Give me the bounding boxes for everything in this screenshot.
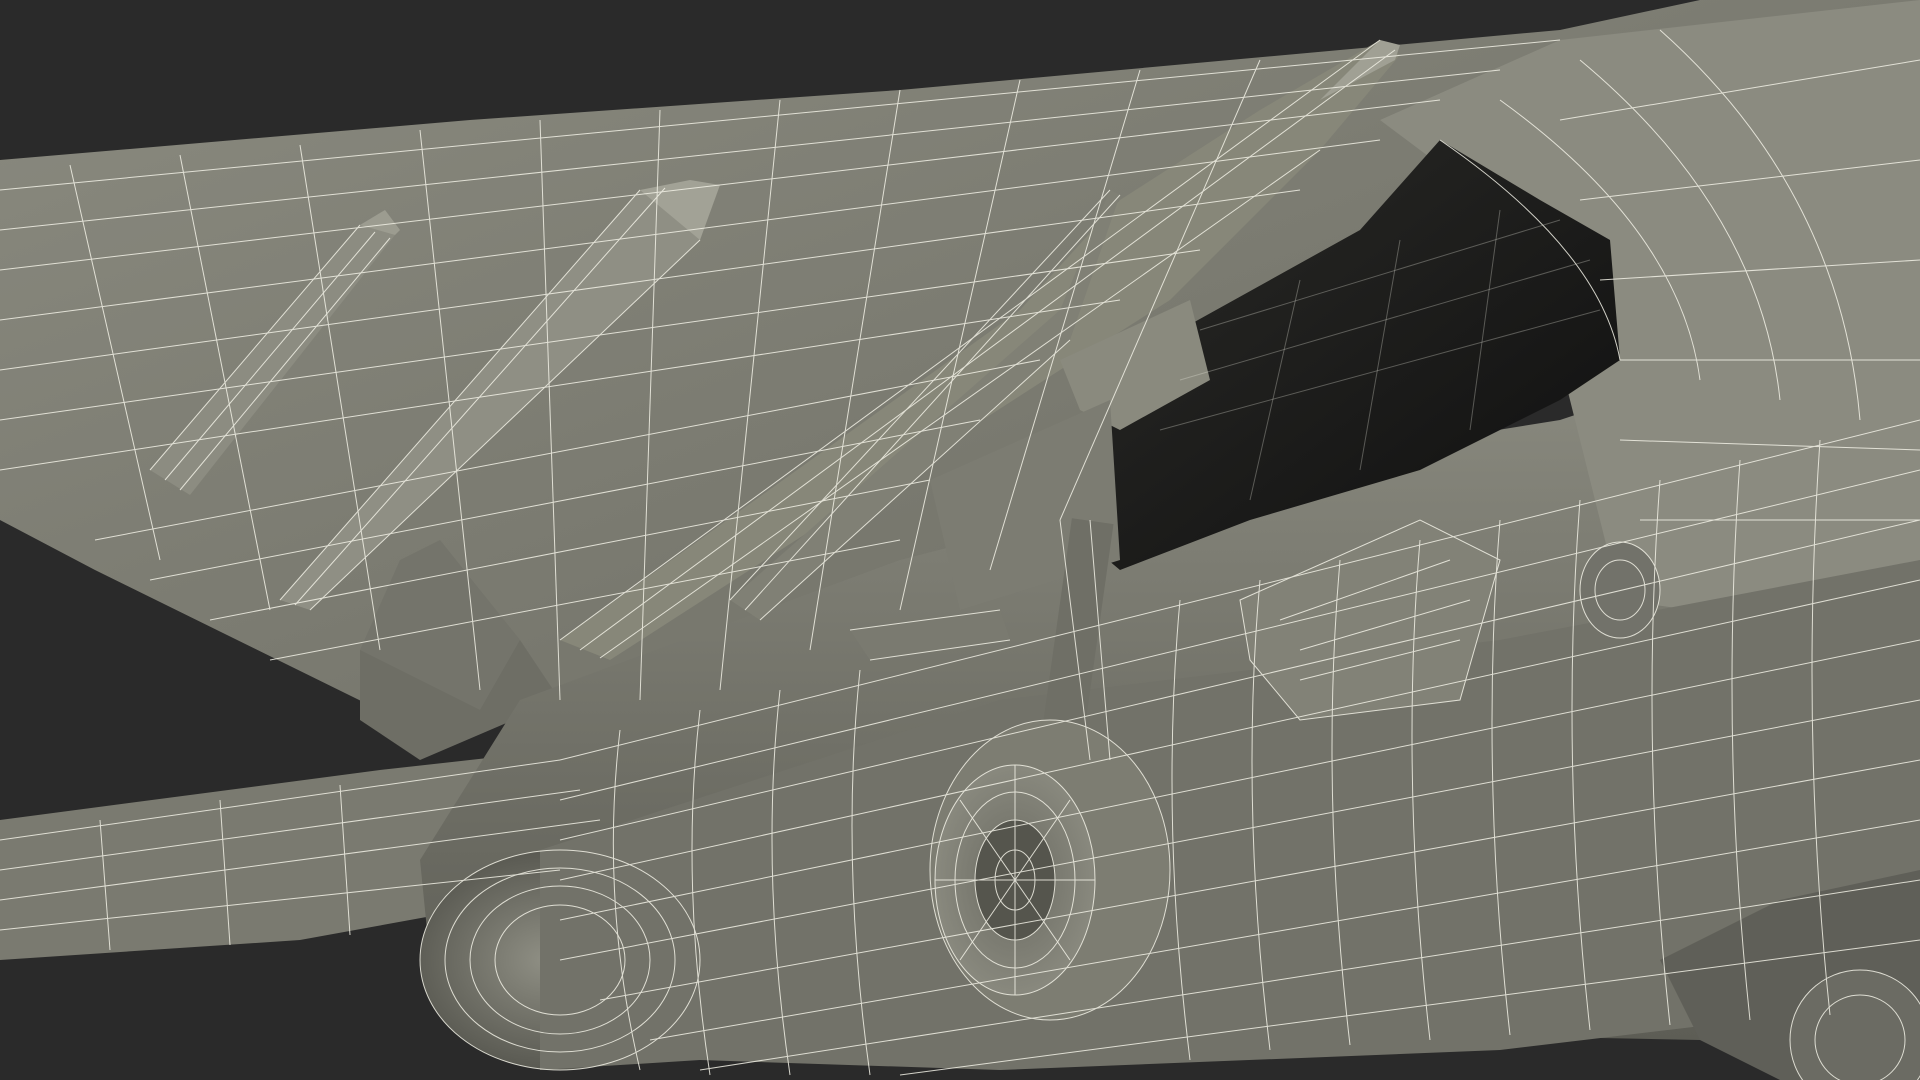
render-viewport (0, 0, 1920, 1080)
landing-gear-wheel (930, 720, 1170, 1020)
aircraft-wireframe-render (0, 0, 1920, 1080)
